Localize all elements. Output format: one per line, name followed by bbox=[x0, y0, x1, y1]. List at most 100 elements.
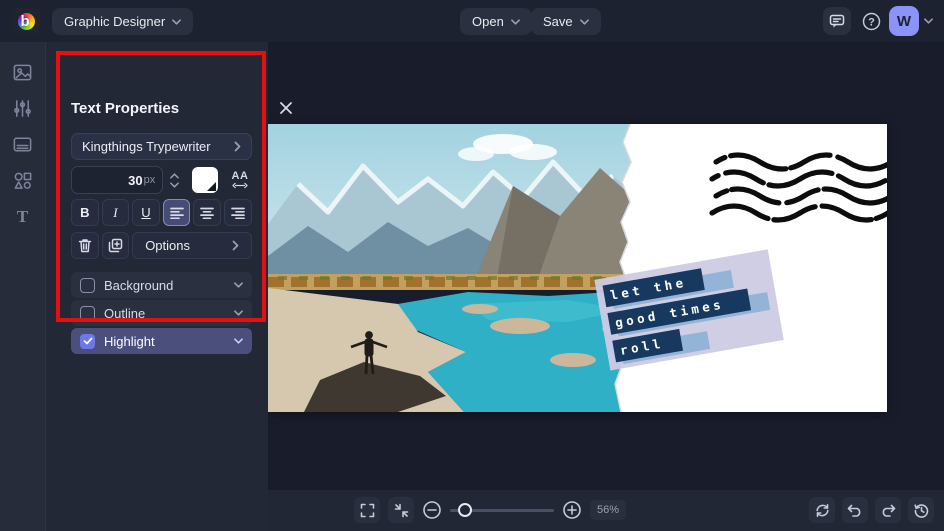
bold-button[interactable]: B bbox=[71, 199, 99, 226]
chevron-down-icon[interactable] bbox=[234, 338, 243, 344]
image-icon[interactable] bbox=[12, 62, 33, 83]
tool-rail: T bbox=[0, 42, 45, 531]
text-properties-panel: Text Properties Kingthings Trypewriter 3… bbox=[45, 42, 268, 531]
templates-icon[interactable] bbox=[12, 134, 33, 155]
font-size-row: 30 px AA bbox=[71, 166, 252, 194]
align-right-icon bbox=[231, 207, 245, 219]
shapes-icon[interactable] bbox=[12, 170, 33, 191]
fullscreen-icon bbox=[360, 503, 375, 518]
text-color-swatch[interactable] bbox=[192, 167, 218, 193]
zoom-controls: 56% bbox=[354, 497, 626, 523]
help-button[interactable]: ? bbox=[857, 7, 885, 35]
outline-checkbox[interactable] bbox=[80, 306, 95, 321]
italic-button[interactable]: I bbox=[102, 199, 130, 226]
redo-icon bbox=[880, 504, 896, 517]
letter-spacing-glyph: AA bbox=[232, 171, 249, 182]
spacing-arrows-icon bbox=[232, 182, 248, 189]
top-bar: b Graphic Designer Open Save ? W bbox=[0, 0, 944, 42]
chat-icon bbox=[829, 13, 845, 29]
zoom-slider[interactable] bbox=[450, 509, 554, 512]
highlight-label: Highlight bbox=[104, 334, 225, 349]
history-button[interactable] bbox=[908, 497, 934, 523]
highlight-checkbox[interactable] bbox=[80, 334, 95, 349]
redo-button[interactable] bbox=[875, 497, 901, 523]
canvas-workspace[interactable]: let the good times roll bbox=[268, 42, 944, 531]
open-label: Open bbox=[472, 14, 504, 29]
app-logo[interactable]: b bbox=[12, 7, 40, 35]
zoom-slider-knob[interactable] bbox=[458, 503, 472, 517]
letter-spacing-button[interactable]: AA bbox=[228, 167, 252, 193]
history-clock-icon bbox=[914, 503, 929, 518]
chevron-down-icon[interactable] bbox=[234, 282, 243, 288]
highlight-toggle[interactable]: Highlight bbox=[71, 328, 252, 354]
reset-button[interactable] bbox=[809, 497, 835, 523]
stepper-down-icon[interactable] bbox=[170, 182, 179, 188]
options-button[interactable]: Options bbox=[132, 232, 252, 259]
chevron-right-icon bbox=[232, 240, 239, 251]
chevron-right-icon bbox=[234, 141, 241, 152]
align-center-icon bbox=[200, 207, 214, 219]
font-family-selector[interactable]: Kingthings Trypewriter bbox=[71, 133, 252, 160]
avatar[interactable]: W bbox=[889, 6, 919, 36]
app-menu-button[interactable]: Graphic Designer bbox=[52, 8, 193, 35]
font-family-value: Kingthings Trypewriter bbox=[82, 139, 211, 154]
open-button[interactable]: Open bbox=[460, 8, 532, 35]
zoom-out-button[interactable] bbox=[422, 500, 442, 520]
account-chevron-down-icon[interactable] bbox=[924, 18, 933, 24]
svg-text:?: ? bbox=[868, 16, 875, 28]
trash-icon bbox=[78, 238, 92, 253]
save-label: Save bbox=[543, 14, 573, 29]
align-left-icon bbox=[170, 207, 184, 219]
save-button[interactable]: Save bbox=[531, 8, 601, 35]
bottom-toolbar: 56% bbox=[268, 490, 944, 531]
app-menu-label: Graphic Designer bbox=[64, 14, 165, 29]
zoom-in-button[interactable] bbox=[562, 500, 582, 520]
underline-button[interactable]: U bbox=[132, 199, 160, 226]
close-icon[interactable] bbox=[278, 100, 294, 116]
duplicate-button[interactable] bbox=[102, 232, 130, 259]
font-size-stepper[interactable] bbox=[167, 166, 182, 194]
chevron-down-icon bbox=[172, 19, 181, 25]
help-icon: ? bbox=[862, 12, 881, 31]
svg-text:T: T bbox=[17, 207, 29, 226]
align-right-button[interactable] bbox=[224, 199, 252, 226]
outline-label: Outline bbox=[104, 306, 225, 321]
background-toggle[interactable]: Background bbox=[71, 272, 252, 298]
align-center-button[interactable] bbox=[193, 199, 221, 226]
design-canvas[interactable]: let the good times roll bbox=[268, 124, 887, 412]
outline-toggle[interactable]: Outline bbox=[71, 300, 252, 326]
adjustments-icon[interactable] bbox=[12, 98, 33, 119]
feedback-button[interactable] bbox=[823, 7, 851, 35]
zoom-level-badge: 56% bbox=[590, 500, 626, 520]
undo-button[interactable] bbox=[842, 497, 868, 523]
logo-letter: b bbox=[21, 14, 30, 29]
chevron-down-icon bbox=[580, 19, 589, 25]
fit-screen-icon bbox=[394, 503, 409, 518]
panel-title: Text Properties bbox=[71, 100, 179, 117]
background-label: Background bbox=[104, 278, 225, 293]
chevron-down-icon bbox=[511, 19, 520, 25]
background-checkbox[interactable] bbox=[80, 278, 95, 293]
history-controls bbox=[809, 497, 934, 523]
text-style-row: B I U bbox=[71, 199, 252, 226]
delete-button[interactable] bbox=[71, 232, 99, 259]
refresh-icon bbox=[815, 503, 830, 518]
chevron-down-icon[interactable] bbox=[234, 310, 243, 316]
avatar-initial: W bbox=[897, 13, 911, 30]
duplicate-icon bbox=[108, 238, 123, 253]
font-size-value: 30 bbox=[128, 173, 142, 188]
undo-icon bbox=[847, 504, 863, 517]
align-left-button[interactable] bbox=[163, 199, 191, 226]
stepper-up-icon[interactable] bbox=[170, 173, 179, 179]
font-size-input[interactable]: 30 px bbox=[71, 166, 163, 194]
swatch-fold-icon bbox=[207, 182, 216, 191]
layer-actions-row: Options bbox=[71, 232, 252, 259]
options-label: Options bbox=[145, 238, 190, 253]
checkmark-icon bbox=[83, 337, 93, 345]
landscape-photo[interactable] bbox=[268, 124, 643, 412]
font-size-unit: px bbox=[144, 174, 156, 186]
fit-to-screen-button[interactable] bbox=[388, 497, 414, 523]
logo-color-wheel-icon: b bbox=[18, 13, 35, 30]
text-icon[interactable]: T bbox=[12, 206, 33, 227]
fullscreen-button[interactable] bbox=[354, 497, 380, 523]
